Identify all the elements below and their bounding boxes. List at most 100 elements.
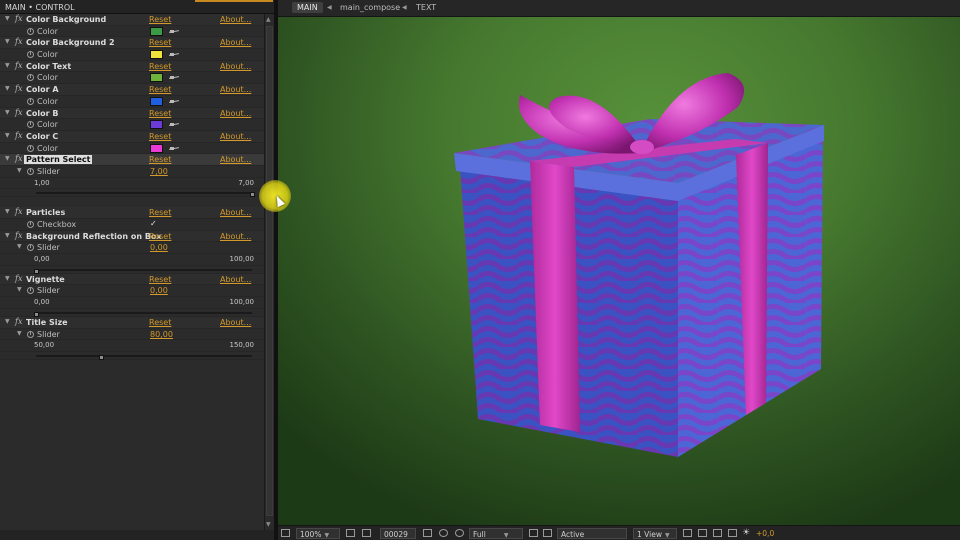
about-button[interactable]: About... <box>220 208 251 217</box>
fx-toggle-icon[interactable]: fx <box>15 274 22 283</box>
checkbox[interactable]: ✓ <box>150 219 157 228</box>
twirl-down-icon[interactable]: ▼ <box>17 243 22 250</box>
composition-canvas[interactable] <box>278 17 960 525</box>
slider-value[interactable]: 0,00 <box>150 286 168 295</box>
twirl-down-icon[interactable]: ▼ <box>5 232 10 239</box>
twirl-down-icon[interactable]: ▼ <box>5 15 10 22</box>
fx-toggle-icon[interactable]: fx <box>15 61 22 70</box>
about-button[interactable]: About... <box>220 15 251 24</box>
reset-button[interactable]: Reset <box>149 208 171 217</box>
stopwatch-icon[interactable] <box>27 287 34 295</box>
fx-toggle-icon[interactable]: fx <box>15 14 22 23</box>
reset-button[interactable]: Reset <box>149 232 171 241</box>
transparency-grid-icon[interactable] <box>543 529 552 537</box>
eyedropper-icon[interactable] <box>168 121 180 128</box>
about-button[interactable]: About... <box>220 155 251 164</box>
stopwatch-icon[interactable] <box>27 144 34 152</box>
effect-row-color-c[interactable]: ▼ fx Color C Reset About... <box>0 130 264 143</box>
twirl-down-icon[interactable]: ▼ <box>5 208 10 215</box>
eyedropper-icon[interactable] <box>168 28 180 35</box>
camera-view-dropdown[interactable]: Active Camera▼ <box>557 528 627 539</box>
fx-toggle-icon[interactable]: fx <box>15 154 22 163</box>
twirl-down-icon[interactable]: ▼ <box>5 155 10 162</box>
slider-value[interactable]: 7,00 <box>150 167 168 176</box>
color-swatch[interactable] <box>150 50 163 60</box>
safe-zones-icon[interactable] <box>346 529 355 537</box>
effect-row-color-a[interactable]: ▼ fx Color A Reset About... <box>0 84 264 96</box>
stopwatch-icon[interactable] <box>27 330 34 338</box>
slider-track[interactable] <box>34 268 252 274</box>
reset-button[interactable]: Reset <box>149 38 171 47</box>
about-button[interactable]: About... <box>220 275 251 284</box>
grid-toggle-icon[interactable] <box>281 529 290 537</box>
stopwatch-icon[interactable] <box>27 221 34 228</box>
current-frame-field[interactable]: 00029 <box>380 528 416 539</box>
region-of-interest-icon[interactable] <box>362 529 371 537</box>
exposure-value[interactable]: +0,0 <box>756 528 774 539</box>
effect-row-color-text[interactable]: ▼ fx Color Text Reset About... <box>0 60 264 73</box>
about-button[interactable]: About... <box>220 132 251 141</box>
twirl-down-icon[interactable]: ▼ <box>5 318 10 325</box>
twirl-down-icon[interactable]: ▼ <box>17 167 22 174</box>
scroll-up-arrow-icon[interactable]: ▲ <box>266 16 271 23</box>
eyedropper-icon[interactable] <box>168 98 180 105</box>
timeline-icon[interactable] <box>713 529 722 537</box>
color-swatch[interactable] <box>150 73 163 83</box>
reset-button[interactable]: Reset <box>149 275 171 284</box>
toggle-pixel-aspect-icon[interactable] <box>683 529 692 537</box>
reset-button[interactable]: Reset <box>149 109 171 118</box>
fx-toggle-icon[interactable]: fx <box>15 84 22 93</box>
effect-row-pattern-select[interactable]: ▼ fx Pattern Select Reset About... <box>0 154 264 166</box>
stopwatch-icon[interactable] <box>27 97 34 105</box>
effect-row-background-reflection[interactable]: ▼ fx Background Reflection on Box Reset … <box>0 230 264 243</box>
slider-track[interactable] <box>34 311 252 317</box>
slider-value[interactable]: 0,00 <box>150 243 168 252</box>
tab-main-compose[interactable]: main_compose <box>340 3 400 12</box>
stopwatch-icon[interactable] <box>27 121 34 129</box>
eyedropper-icon[interactable] <box>168 74 180 81</box>
stopwatch-icon[interactable] <box>27 167 34 175</box>
eyedropper-icon[interactable] <box>168 51 180 58</box>
twirl-down-icon[interactable]: ▼ <box>5 275 10 282</box>
effect-row-vignette[interactable]: ▼ fx Vignette Reset About... <box>0 273 264 286</box>
twirl-down-icon[interactable]: ▼ <box>17 286 22 293</box>
stopwatch-icon[interactable] <box>27 244 34 252</box>
reset-button[interactable]: Reset <box>149 132 171 141</box>
about-button[interactable]: About... <box>220 38 251 47</box>
twirl-down-icon[interactable]: ▼ <box>5 62 10 69</box>
twirl-down-icon[interactable]: ▼ <box>17 330 22 337</box>
about-button[interactable]: About... <box>220 318 251 327</box>
about-button[interactable]: About... <box>220 109 251 118</box>
twirl-down-icon[interactable]: ▼ <box>5 38 10 45</box>
color-swatch[interactable] <box>150 120 163 130</box>
effect-row-color-b[interactable]: ▼ fx Color B Reset About... <box>0 107 264 120</box>
about-button[interactable]: About... <box>220 85 251 94</box>
scrollbar-thumb[interactable] <box>266 26 273 516</box>
tab-main[interactable]: MAIN <box>292 2 323 13</box>
panel-scrollbar[interactable]: ▲ ▼ <box>264 14 274 530</box>
stopwatch-icon[interactable] <box>27 27 34 35</box>
fx-toggle-icon[interactable]: fx <box>15 207 22 216</box>
stopwatch-icon[interactable] <box>27 74 34 82</box>
slider-value[interactable]: 80,00 <box>150 330 173 339</box>
fx-toggle-icon[interactable]: fx <box>15 108 22 117</box>
fx-toggle-icon[interactable]: fx <box>15 231 22 240</box>
zoom-dropdown[interactable]: 100% ▼ <box>296 528 340 539</box>
color-swatch[interactable] <box>150 143 163 153</box>
flowchart-icon[interactable] <box>728 529 737 537</box>
fast-previews-icon[interactable] <box>698 529 707 537</box>
fx-toggle-icon[interactable]: fx <box>15 131 22 140</box>
twirl-down-icon[interactable]: ▼ <box>5 109 10 116</box>
effect-row-color-background[interactable]: ▼ fx Color Background Reset About... <box>0 14 264 26</box>
slider-track[interactable] <box>36 354 252 360</box>
resolution-dropdown[interactable]: Full ▼ <box>469 528 523 539</box>
reset-button[interactable]: Reset <box>149 85 171 94</box>
reset-button[interactable]: Reset <box>149 155 171 164</box>
region-toggle-icon[interactable] <box>529 529 538 537</box>
color-swatch[interactable] <box>150 96 163 106</box>
effect-row-particles[interactable]: ▼ fx Particles Reset About... <box>0 207 264 219</box>
twirl-down-icon[interactable]: ▼ <box>5 132 10 139</box>
stopwatch-icon[interactable] <box>27 51 34 59</box>
exposure-icon[interactable]: ☀ <box>742 528 750 539</box>
fx-toggle-icon[interactable]: fx <box>15 317 22 326</box>
